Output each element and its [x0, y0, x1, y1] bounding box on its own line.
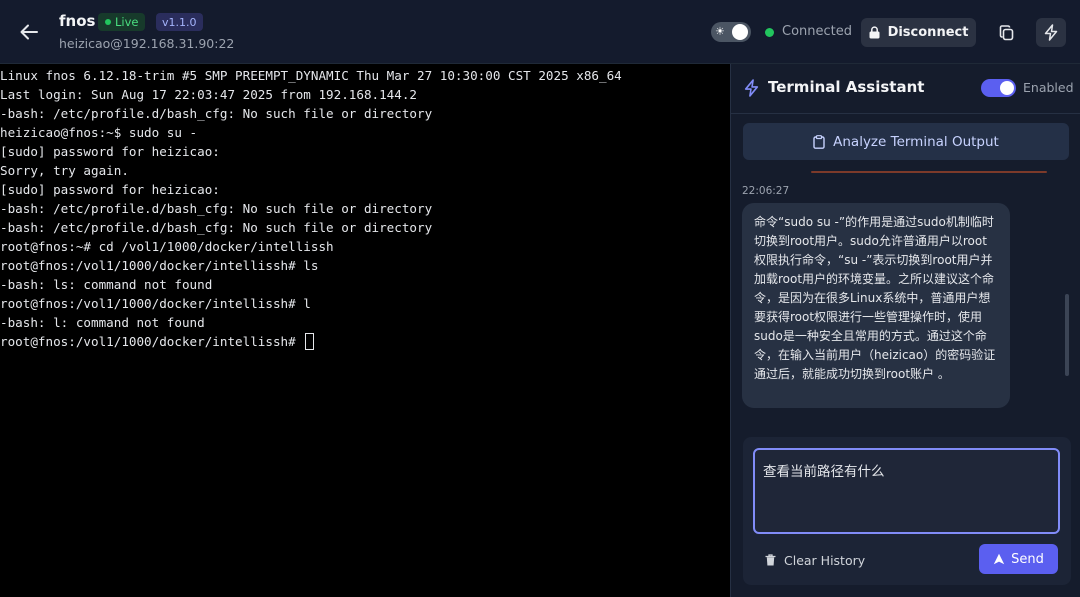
terminal-line: [sudo] password for heizicao: [0, 182, 220, 197]
terminal-line: -bash: /etc/profile.d/bash_cfg: No such … [0, 106, 433, 121]
terminal-cursor [305, 333, 315, 350]
toggle-knob [1000, 81, 1014, 95]
assistant-enabled-toggle[interactable] [981, 79, 1016, 97]
connection-status-icon [765, 28, 774, 37]
live-badge: Live [98, 13, 146, 31]
trash-icon [765, 554, 776, 566]
live-label: Live [115, 15, 139, 29]
send-icon [993, 553, 1005, 565]
terminal-line: [sudo] password for heizicao: [0, 144, 220, 159]
terminal-line: root@fnos:~# cd /vol1/1000/docker/intell… [0, 239, 334, 254]
assistant-toggle-button[interactable] [1036, 18, 1066, 47]
arrow-left-icon [20, 24, 38, 40]
send-label: Send [1011, 551, 1044, 567]
terminal-prompt: root@fnos:/vol1/1000/docker/intellissh# [0, 334, 304, 349]
connection-status: Connected [782, 24, 853, 39]
disconnect-button[interactable]: Disconnect [861, 18, 976, 47]
version-badge: v1.1.0 [156, 13, 203, 31]
copy-button[interactable] [991, 18, 1021, 47]
terminal-line: heizicao@fnos:~$ sudo su - [0, 125, 198, 140]
top-bar: fnos Live v1.1.0 heizicao@192.168.31.90:… [0, 0, 1080, 64]
theme-toggle[interactable]: ☀ [711, 22, 751, 42]
copy-icon [999, 24, 1013, 40]
assistant-panel: Terminal Assistant Enabled Analyze Termi… [730, 64, 1080, 597]
terminal-line: -bash: /etc/profile.d/bash_cfg: No such … [0, 201, 433, 216]
terminal-line: Linux fnos 6.12.18-trim #5 SMP PREEMPT_D… [0, 68, 622, 83]
terminal-output[interactable]: Linux fnos 6.12.18-trim #5 SMP PREEMPT_D… [0, 64, 730, 597]
terminal-line: root@fnos:/vol1/1000/docker/intellissh# … [0, 258, 319, 273]
assistant-message: 命令“sudo su -”的作用是通过sudo机制临时切换到root用户。sud… [742, 203, 1010, 408]
back-button[interactable] [18, 20, 40, 44]
terminal-line: -bash: ls: command not found [0, 277, 213, 292]
lock-icon [869, 26, 880, 39]
host-address: heizicao@192.168.31.90:22 [59, 36, 235, 51]
sun-icon: ☀ [715, 25, 725, 38]
send-button[interactable]: Send [979, 544, 1058, 574]
host-name: fnos [59, 12, 96, 30]
chat-message-input[interactable]: 查看当前路径有什么 [753, 448, 1060, 534]
terminal-line: root@fnos:/vol1/1000/docker/intellissh# … [0, 296, 311, 311]
terminal-line: -bash: /etc/profile.d/bash_cfg: No such … [0, 220, 433, 235]
theme-toggle-knob [732, 24, 748, 40]
terminal-line: Sorry, try again. [0, 163, 129, 178]
assistant-enabled-label: Enabled [1023, 80, 1074, 95]
disconnect-label: Disconnect [887, 25, 969, 40]
terminal-line: -bash: l: command not found [0, 315, 205, 330]
terminal-line: Last login: Sun Aug 17 22:03:47 2025 fro… [0, 87, 418, 102]
lightning-icon [1044, 24, 1058, 41]
chat-scrollbar[interactable] [1065, 294, 1069, 376]
clipboard-icon [813, 134, 825, 149]
analyze-terminal-button[interactable]: Analyze Terminal Output [743, 123, 1069, 160]
clear-history-label: Clear History [784, 552, 866, 568]
assistant-header: Terminal Assistant Enabled [731, 64, 1080, 114]
lightning-icon [744, 79, 759, 97]
live-dot-icon [105, 19, 111, 25]
terminal-prompt-line: root@fnos:/vol1/1000/docker/intellissh# [0, 332, 730, 351]
chat-input-area: 查看当前路径有什么 Clear History Send [743, 437, 1071, 585]
clear-history-button[interactable]: Clear History [765, 551, 865, 569]
analyze-terminal-label: Analyze Terminal Output [833, 133, 999, 150]
assistant-title: Terminal Assistant [768, 78, 925, 96]
message-timestamp: 22:06:27 [742, 185, 790, 197]
loading-indicator [811, 171, 1047, 173]
